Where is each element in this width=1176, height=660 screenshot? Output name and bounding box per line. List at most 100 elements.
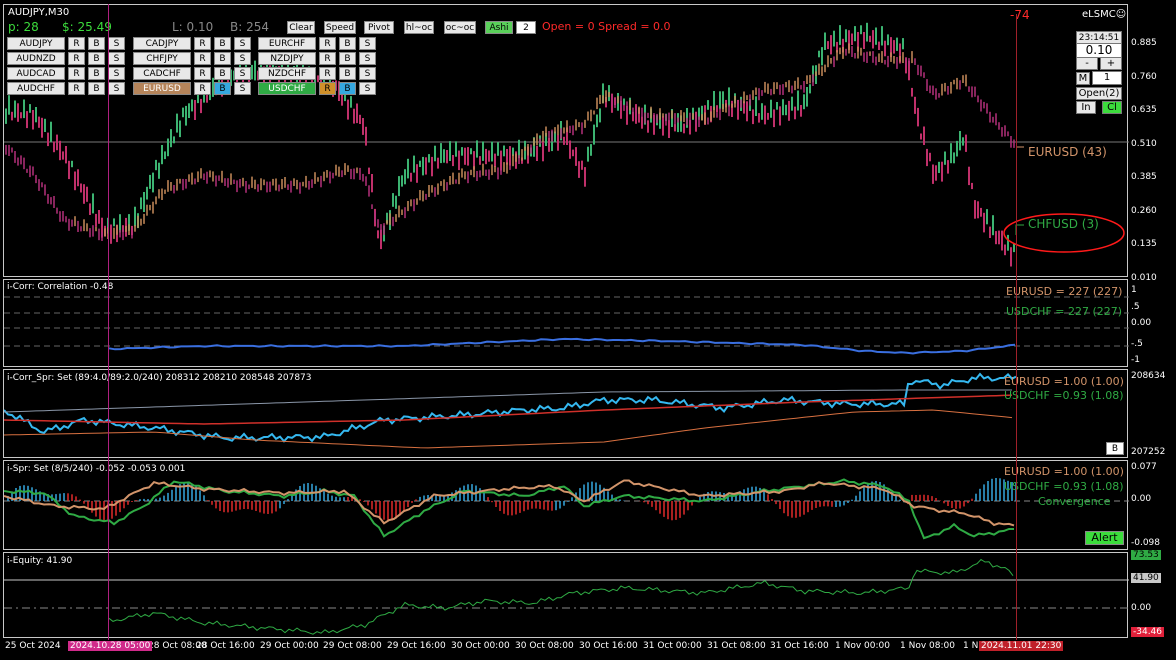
b-button[interactable]: B [1106, 442, 1124, 455]
time-axis-label: 28 Oct 16:00 [196, 641, 255, 651]
pair-button-chfjpy[interactable]: CHFJPY [133, 52, 191, 65]
pair-button-audnzd[interactable]: AUDNZD [7, 52, 65, 65]
chfjpy-r-button[interactable]: R [194, 52, 211, 65]
corr-scale-0: 0.00 [1131, 318, 1152, 328]
pair-button-nzdjpy[interactable]: NZDJPY [258, 52, 316, 65]
nzdchf-r-button[interactable]: R [319, 67, 336, 80]
spr-scale-bottom: -0.098 [1131, 538, 1161, 548]
nzdchf-b-button[interactable]: B [339, 67, 356, 80]
spread-gray-line [4, 389, 1012, 413]
spr-usdchf-label: USDCHF =0.93 (1.08) [1004, 480, 1124, 493]
cadchf-b-button[interactable]: B [214, 67, 231, 80]
alert-button[interactable]: Alert [1085, 531, 1124, 545]
audjpy-b-button[interactable]: B [88, 37, 105, 50]
pair-button-audcad[interactable]: AUDCAD [7, 67, 65, 80]
pair-button-cadjpy[interactable]: CADJPY [133, 37, 191, 50]
equity-line [108, 558, 1014, 635]
pair-button-audjpy[interactable]: AUDJPY [7, 37, 65, 50]
m-value-field[interactable]: 1 [1092, 71, 1122, 85]
audcad-b-button[interactable]: B [88, 67, 105, 80]
audnzd-b-button[interactable]: B [88, 52, 105, 65]
open-spread-status: Open = 0 Spread = 0.0 [542, 20, 671, 33]
lot-minus-button[interactable]: - [1076, 57, 1098, 70]
eurchf-r-button[interactable]: R [319, 37, 336, 50]
price-scale-tick: 0.760 [1131, 71, 1157, 82]
eurchf-s-button[interactable]: S [359, 37, 376, 50]
audchf-s-button[interactable]: S [108, 82, 125, 95]
cs-scale-bottom: 207252 [1131, 447, 1166, 457]
usdchf-r-button[interactable]: R [319, 82, 336, 95]
corr-spread-title: i-Corr_Spr: Set (89:4.0/89:2.0/240) 2083… [7, 373, 312, 383]
stat-dollars: $: 25.49 [62, 20, 112, 34]
time-axis-label: 1 Nov 00:00 [835, 641, 890, 651]
clear-button[interactable]: Clear [287, 21, 315, 34]
cadjpy-b-button[interactable]: B [214, 37, 231, 50]
time-highlight-right: 2024.11.01 22:30 [979, 641, 1064, 651]
audcad-r-button[interactable]: R [68, 67, 85, 80]
pair-button-nzdchf[interactable]: NZDCHF [258, 67, 316, 80]
nzdchf-s-button[interactable]: S [359, 67, 376, 80]
speed-button[interactable]: Speed [324, 21, 356, 34]
pivot-button[interactable]: Pivot [364, 21, 394, 34]
pair-button-eurchf[interactable]: EURCHF [258, 37, 316, 50]
cadchf-s-button[interactable]: S [234, 67, 251, 80]
spread-title: i-Spr: Set (8/5/240) -0.052 -0.053 0.001 [7, 464, 186, 474]
eurusd-r-button[interactable]: R [194, 82, 211, 95]
chfusd-label-connector [1015, 224, 1024, 235]
eq-scale-mid: 41.90 [1131, 573, 1161, 583]
pair-button-eurusd[interactable]: EURUSD [133, 82, 191, 95]
usdchf-b-button[interactable]: B [339, 82, 356, 95]
audcad-s-button[interactable]: S [108, 67, 125, 80]
time-axis-label: 30 Oct 16:00 [579, 641, 638, 651]
cs-usdchf-label: USDCHF =0.93 (1.08) [1004, 389, 1124, 402]
lot-plus-button[interactable]: + [1100, 57, 1122, 70]
lot-size-field[interactable]: 0.10 [1076, 43, 1122, 58]
cadjpy-s-button[interactable]: S [234, 37, 251, 50]
corr-usdchf-label: USDCHF = 227 (227) [1006, 305, 1123, 318]
ashi-value-field[interactable]: 2 [516, 21, 536, 34]
stat-l: L: 0.10 [172, 20, 214, 34]
nzdjpy-r-button[interactable]: R [319, 52, 336, 65]
nzdjpy-s-button[interactable]: S [359, 52, 376, 65]
audnzd-s-button[interactable]: S [108, 52, 125, 65]
pair-button-audchf[interactable]: AUDCHF [7, 82, 65, 95]
correlation-pane[interactable] [3, 279, 1129, 367]
price-scale-tick: 0.385 [1131, 172, 1157, 182]
audchf-b-button[interactable]: B [88, 82, 105, 95]
audchf-r-button[interactable]: R [68, 82, 85, 95]
audjpy-r-button[interactable]: R [68, 37, 85, 50]
brand-label: eLSMC☺ [1082, 9, 1126, 20]
spread-canvas [4, 478, 1129, 540]
eurusd-b-button[interactable]: B [214, 82, 231, 95]
usdchf-s-button[interactable]: S [359, 82, 376, 95]
corr-scale-1: 1 [1131, 285, 1137, 295]
spr-scale-zero: 0.00 [1131, 494, 1152, 504]
oc-oc-button[interactable]: oc~oc [444, 21, 476, 34]
hl-oc-button[interactable]: hl~oc [404, 21, 434, 34]
corr-scale-m1: -1 [1131, 355, 1140, 365]
stat-p: p: 28 [8, 20, 39, 34]
eurchf-b-button[interactable]: B [339, 37, 356, 50]
equity-pane[interactable] [3, 552, 1129, 638]
price-scale-tick: 0.635 [1131, 105, 1157, 115]
equity-canvas [4, 558, 1129, 635]
cadchf-r-button[interactable]: R [194, 67, 211, 80]
corr-eurusd-label: EURUSD = 227 (227) [1006, 285, 1123, 298]
open-positions-button[interactable]: Open(2) [1076, 87, 1122, 100]
in-button[interactable]: In [1076, 101, 1096, 114]
chfjpy-s-button[interactable]: S [234, 52, 251, 65]
cadjpy-r-button[interactable]: R [194, 37, 211, 50]
corr-scale-05: .5 [1131, 302, 1140, 312]
spr-eurusd-label: EURUSD =1.00 (1.00) [1004, 465, 1124, 478]
audnzd-r-button[interactable]: R [68, 52, 85, 65]
chfjpy-b-button[interactable]: B [214, 52, 231, 65]
nzdjpy-b-button[interactable]: B [339, 52, 356, 65]
ashi-button[interactable]: Ashi [485, 21, 513, 34]
audjpy-s-button[interactable]: S [108, 37, 125, 50]
convergence-label: Convergence [1038, 495, 1111, 508]
eurusd-s-button[interactable]: S [234, 82, 251, 95]
pair-button-cadchf[interactable]: CADCHF [133, 67, 191, 80]
corr-scale-m05: -.5 [1131, 339, 1143, 349]
close-button[interactable]: Cl [1102, 101, 1122, 114]
pair-button-usdchf[interactable]: USDCHF [258, 82, 316, 95]
